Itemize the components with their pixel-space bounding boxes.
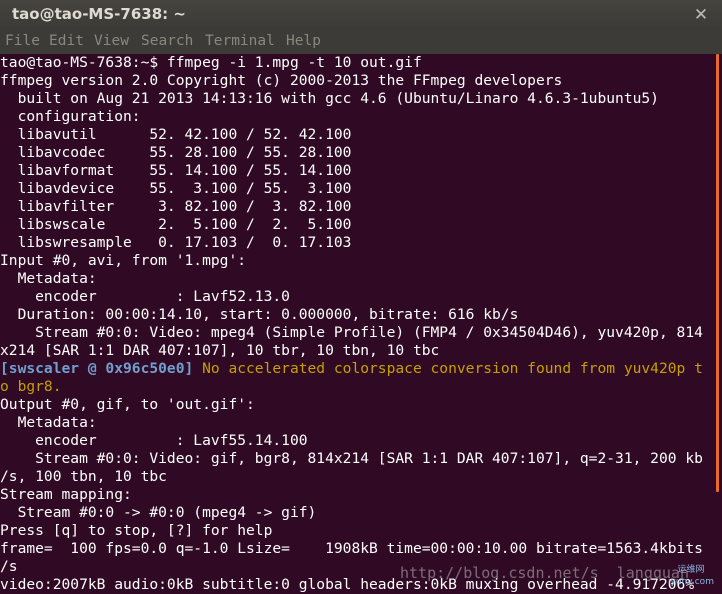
window-title: tao@tao-MS-7638: ~ [12,5,186,23]
logo-line-2: iyunv.com [668,577,714,587]
terminal-line: libavfilter 3. 82.100 / 3. 82.100 [0,198,352,215]
menu-file[interactable]: File [5,33,40,49]
scrollbar-thumb[interactable] [716,54,719,492]
watermark-logo: 运维网 iyunv.com [664,564,718,592]
title-bar[interactable]: tao@tao-MS-7638: ~ ✕ [0,0,722,31]
menu-bar: File Edit View Search Terminal Help [0,31,722,54]
terminal-line: tao@tao-MS-7638:~$ ffmpeg -i 1.mpg -t 10… [0,54,422,71]
menu-terminal[interactable]: Terminal [205,33,275,49]
logo-line-1: 运维网 [677,565,705,575]
terminal-line: Input #0, avi, from '1.mpg': [0,252,247,269]
warning-line: [swscaler @ 0x96c50e0] No accelerated co… [0,360,714,378]
terminal-line: libswresample 0. 17.103 / 0. 17.103 [0,234,352,251]
terminal-line: /s, 100 tbn, 10 tbc [0,468,167,485]
terminal-line: Stream #0:0: Video: mpeg4 (Simple Profil… [0,324,703,341]
terminal-line: libavdevice 55. 3.100 / 55. 3.100 [0,180,352,197]
warning-continuation: o bgr8. [0,378,62,395]
menu-search[interactable]: Search [141,33,193,49]
terminal-window: tao@tao-MS-7638: ~ ✕ File Edit View Sear… [0,0,722,594]
terminal-line: Stream mapping: [0,486,132,503]
terminal-line: Duration: 00:00:14.10, start: 0.000000, … [0,306,519,323]
terminal-line: x214 [SAR 1:1 DAR 407:107], 10 tbr, 10 t… [0,342,440,359]
terminal-line: libswscale 2. 5.100 / 2. 5.100 [0,216,352,233]
terminal-line: configuration: [0,108,141,125]
terminal-line: encoder : Lavf52.13.0 [0,288,290,305]
terminal-line: frame= 100 fps=0.0 q=-1.0 Lsize= 1908kB … [0,540,703,557]
terminal-line: Stream #0:0: Video: gif, bgr8, 814x214 [… [0,450,703,467]
terminal-line: Metadata: [0,270,97,287]
terminal-line: encoder : Lavf55.14.100 [0,432,308,449]
watermark-url: http://blog.csdn.net/s langquan [400,564,689,582]
close-icon[interactable]: ✕ [690,4,712,26]
terminal-line: libavformat 55. 14.100 / 55. 14.100 [0,162,352,179]
terminal-line: libavutil 52. 42.100 / 52. 42.100 [0,126,352,143]
terminal-line: libavcodec 55. 28.100 / 55. 28.100 [0,144,352,161]
terminal-line: Press [q] to stop, [?] for help [0,522,273,539]
menu-help[interactable]: Help [286,33,321,49]
warning-message: No accelerated colorspace conversion fou… [193,360,703,377]
scrollbar[interactable] [714,54,722,594]
terminal-line: built on Aug 21 2013 14:13:16 with gcc 4… [0,90,659,107]
terminal-line: Metadata: [0,414,97,431]
swscaler-tag: [swscaler @ 0x96c50e0] [0,360,194,377]
menu-edit[interactable]: Edit [49,33,84,49]
terminal-output[interactable]: tao@tao-MS-7638:~$ ffmpeg -i 1.mpg -t 10… [0,54,714,594]
menu-view[interactable]: View [94,33,129,49]
terminal-line: Output #0, gif, to 'out.gif': [0,396,255,413]
terminal-line: Stream #0:0 -> #0:0 (mpeg4 -> gif) [0,504,317,521]
terminal-line: ffmpeg version 2.0 Copyright (c) 2000-20… [0,72,563,89]
